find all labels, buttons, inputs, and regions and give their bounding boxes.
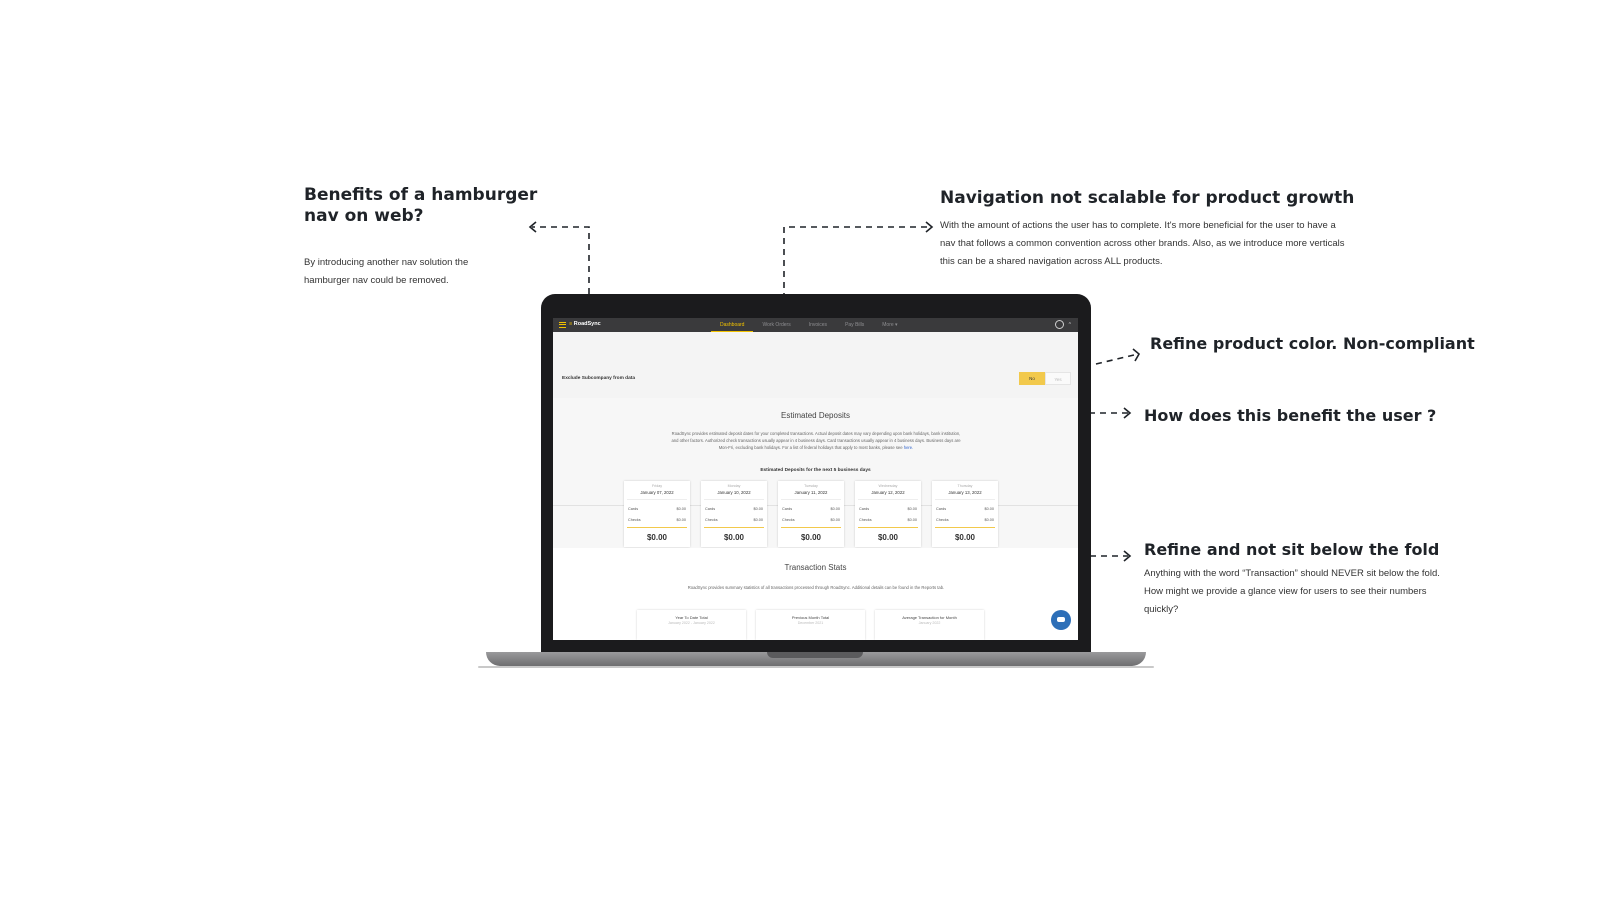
deposit-cards: Friday January 07, 2022 Cards $0.00 Check… <box>624 481 998 547</box>
card-date: January 12, 2022 <box>871 490 905 495</box>
card-total: $0.00 <box>877 533 899 542</box>
annotation-title-benefit: How does this benefit the user ? <box>1144 406 1437 425</box>
stat-card-previous-month: Previous Month Total December 2021 <box>756 610 865 640</box>
card-day: Thursday <box>957 484 973 488</box>
annotation-title-color: Refine product color. Non-compliant <box>1150 334 1475 353</box>
transaction-stat-cards: Year To Date Total January 2022 - Januar… <box>637 610 984 640</box>
card-cards-row: Cards $0.00 <box>705 507 763 511</box>
stat-period: January 2022 <box>918 621 941 625</box>
deposit-card: Wednesday January 12, 2022 Cards $0.00 Ch… <box>855 481 921 547</box>
stat-label: Year To Date Total <box>675 615 708 620</box>
transaction-stats-section: Transaction Stats RoadSync provides summ… <box>553 548 1078 640</box>
hamburger-menu-icon[interactable] <box>559 322 566 328</box>
stat-period: December 2021 <box>797 621 824 625</box>
card-checks-row: Checks $0.00 <box>705 518 763 522</box>
estimated-deposits-title: Estimated Deposits <box>781 411 850 420</box>
transaction-stats-description: RoadSync provides summary statistics of … <box>687 585 945 590</box>
deposit-card: Tuesday January 11, 2022 Cards $0.00 Chec… <box>778 481 844 547</box>
card-date: January 10, 2022 <box>717 490 751 495</box>
chevron-up-icon[interactable]: ^ <box>1069 322 1071 328</box>
stat-period: January 2022 - January 2022 <box>668 621 715 625</box>
tab-more[interactable]: More ▾ <box>873 318 906 332</box>
nav-tabs: Dashboard Work Orders Invoices Pay Bills… <box>711 318 907 332</box>
toggle-yes-button[interactable]: Yes <box>1045 372 1071 385</box>
deposit-card: Monday January 10, 2022 Cards $0.00 Check… <box>701 481 767 547</box>
annotation-title-fold: Refine and not sit below the fold <box>1144 540 1440 559</box>
card-total: $0.00 <box>646 533 668 542</box>
card-cards-row: Cards $0.00 <box>936 507 994 511</box>
laptop-shadow <box>478 666 1154 668</box>
annotation-title-hamburger: Benefits of a hamburger nav on web? <box>304 185 538 227</box>
card-day: Tuesday <box>804 484 818 488</box>
transaction-stats-title: Transaction Stats <box>784 563 847 572</box>
stat-card-ytd: Year To Date Total January 2022 - Januar… <box>637 610 746 640</box>
card-checks-row: Checks $0.00 <box>859 518 917 522</box>
top-nav-bar: ≡ RoadSync Dashboard Work Orders Invoice… <box>553 318 1078 332</box>
exclude-subcompany-label: Exclude Subcompany from data <box>562 376 636 381</box>
annotation-body-fold: Anything with the word “Transaction” sho… <box>1144 568 1440 616</box>
connector-hamburger <box>532 226 590 294</box>
card-cards-row: Cards $0.00 <box>628 507 686 511</box>
chat-bubble-icon[interactable] <box>1051 610 1071 630</box>
stat-label: Average Transaction for Month <box>902 615 957 620</box>
card-cards-row: Cards $0.00 <box>782 507 840 511</box>
card-total: $0.00 <box>954 533 976 542</box>
card-checks-row: Checks $0.00 <box>936 518 994 522</box>
estimated-deposits-description: RoadSync provides estimated deposit date… <box>671 431 961 451</box>
annotation-body-hamburger: By introducing another nav solution the … <box>304 257 469 287</box>
annotation-body-navigation: With the amount of actions the user has … <box>940 220 1345 268</box>
toggle-no-button[interactable]: No <box>1019 372 1045 385</box>
card-cards-row: Cards $0.00 <box>859 507 917 511</box>
tab-invoices[interactable]: Invoices <box>800 318 836 332</box>
annotation-title-navigation: Navigation not scalable for product grow… <box>940 188 1355 208</box>
laptop-screen: ≡ RoadSync Dashboard Work Orders Invoice… <box>553 318 1078 640</box>
arrowhead-fold <box>1123 550 1132 562</box>
card-date: January 07, 2022 <box>640 490 674 495</box>
holidays-link[interactable]: here. <box>904 445 914 450</box>
card-date: January 13, 2022 <box>948 490 982 495</box>
tab-pay-bills[interactable]: Pay Bills <box>836 318 873 332</box>
roadsync-logo[interactable]: ≡ RoadSync <box>569 321 601 327</box>
exclude-subcompany-toggle: No Yes <box>1019 372 1071 385</box>
stat-label: Previous Month Total <box>791 615 830 620</box>
card-checks-row: Checks $0.00 <box>782 518 840 522</box>
stat-card-average: Average Transaction for Month January 20… <box>875 610 984 640</box>
card-total: $0.00 <box>800 533 822 542</box>
arrowhead-color <box>1132 348 1141 362</box>
card-day: Monday <box>727 484 741 488</box>
card-checks-row: Checks $0.00 <box>628 518 686 522</box>
tab-work-orders[interactable]: Work Orders <box>753 318 799 332</box>
estimated-deposits-subtitle: Estimated Deposits for the next 5 busine… <box>760 468 871 473</box>
card-day: Wednesday <box>878 484 898 488</box>
deposit-card: Friday January 07, 2022 Cards $0.00 Check… <box>624 481 690 547</box>
card-total: $0.00 <box>723 533 745 542</box>
tab-dashboard[interactable]: Dashboard <box>711 318 754 332</box>
card-day: Friday <box>652 484 662 488</box>
deposit-card: Thursday January 13, 2022 Cards $0.00 Che… <box>932 481 998 547</box>
arrowhead-benefit <box>1123 407 1132 419</box>
laptop-notch <box>767 652 863 658</box>
arrowhead-navigation <box>925 221 934 233</box>
user-avatar-icon[interactable] <box>1055 320 1064 329</box>
card-date: January 11, 2022 <box>794 490 828 495</box>
exclude-subcompany-row: Exclude Subcompany from data No Yes <box>553 332 1078 398</box>
